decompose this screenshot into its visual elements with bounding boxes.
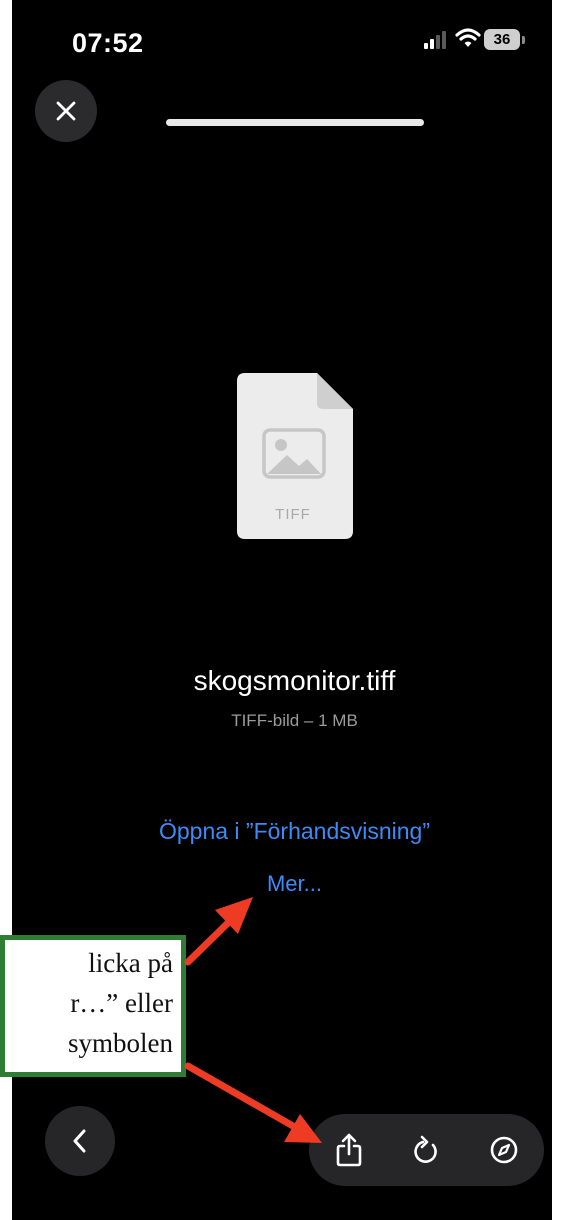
- share-icon: [336, 1133, 362, 1167]
- close-button[interactable]: [35, 80, 97, 142]
- sheet-grabber[interactable]: [166, 119, 424, 126]
- back-button[interactable]: [45, 1106, 115, 1176]
- file-name: skogsmonitor.tiff: [193, 665, 396, 696]
- share-button[interactable]: [329, 1130, 369, 1170]
- wifi-icon: [455, 27, 481, 54]
- annotation-callout: licka på r…” eller symbolen: [0, 935, 186, 1077]
- close-icon: [56, 101, 76, 121]
- file-type-label: TIFF: [275, 506, 311, 523]
- status-time: 07:52: [72, 28, 144, 58]
- rotate-icon: [414, 1135, 437, 1163]
- annotation-line-3: symbolen: [68, 1028, 173, 1058]
- annotation-line-1: licka på: [88, 948, 173, 978]
- file-meta: TIFF-bild – 1 MB: [231, 711, 358, 730]
- rotate-button[interactable]: [407, 1130, 447, 1170]
- battery-level: 36: [484, 29, 520, 50]
- chevron-left-icon: [73, 1129, 86, 1153]
- action-toolbar: [309, 1114, 544, 1186]
- compass-icon: [490, 1136, 518, 1164]
- safari-button[interactable]: [484, 1130, 524, 1170]
- more-link[interactable]: Mer...: [12, 871, 552, 897]
- signal-icon: [424, 30, 450, 55]
- annotation-line-2: r…” eller: [70, 988, 173, 1018]
- open-in-preview-link[interactable]: Öppna i ”Förhandsvisning”: [12, 818, 552, 845]
